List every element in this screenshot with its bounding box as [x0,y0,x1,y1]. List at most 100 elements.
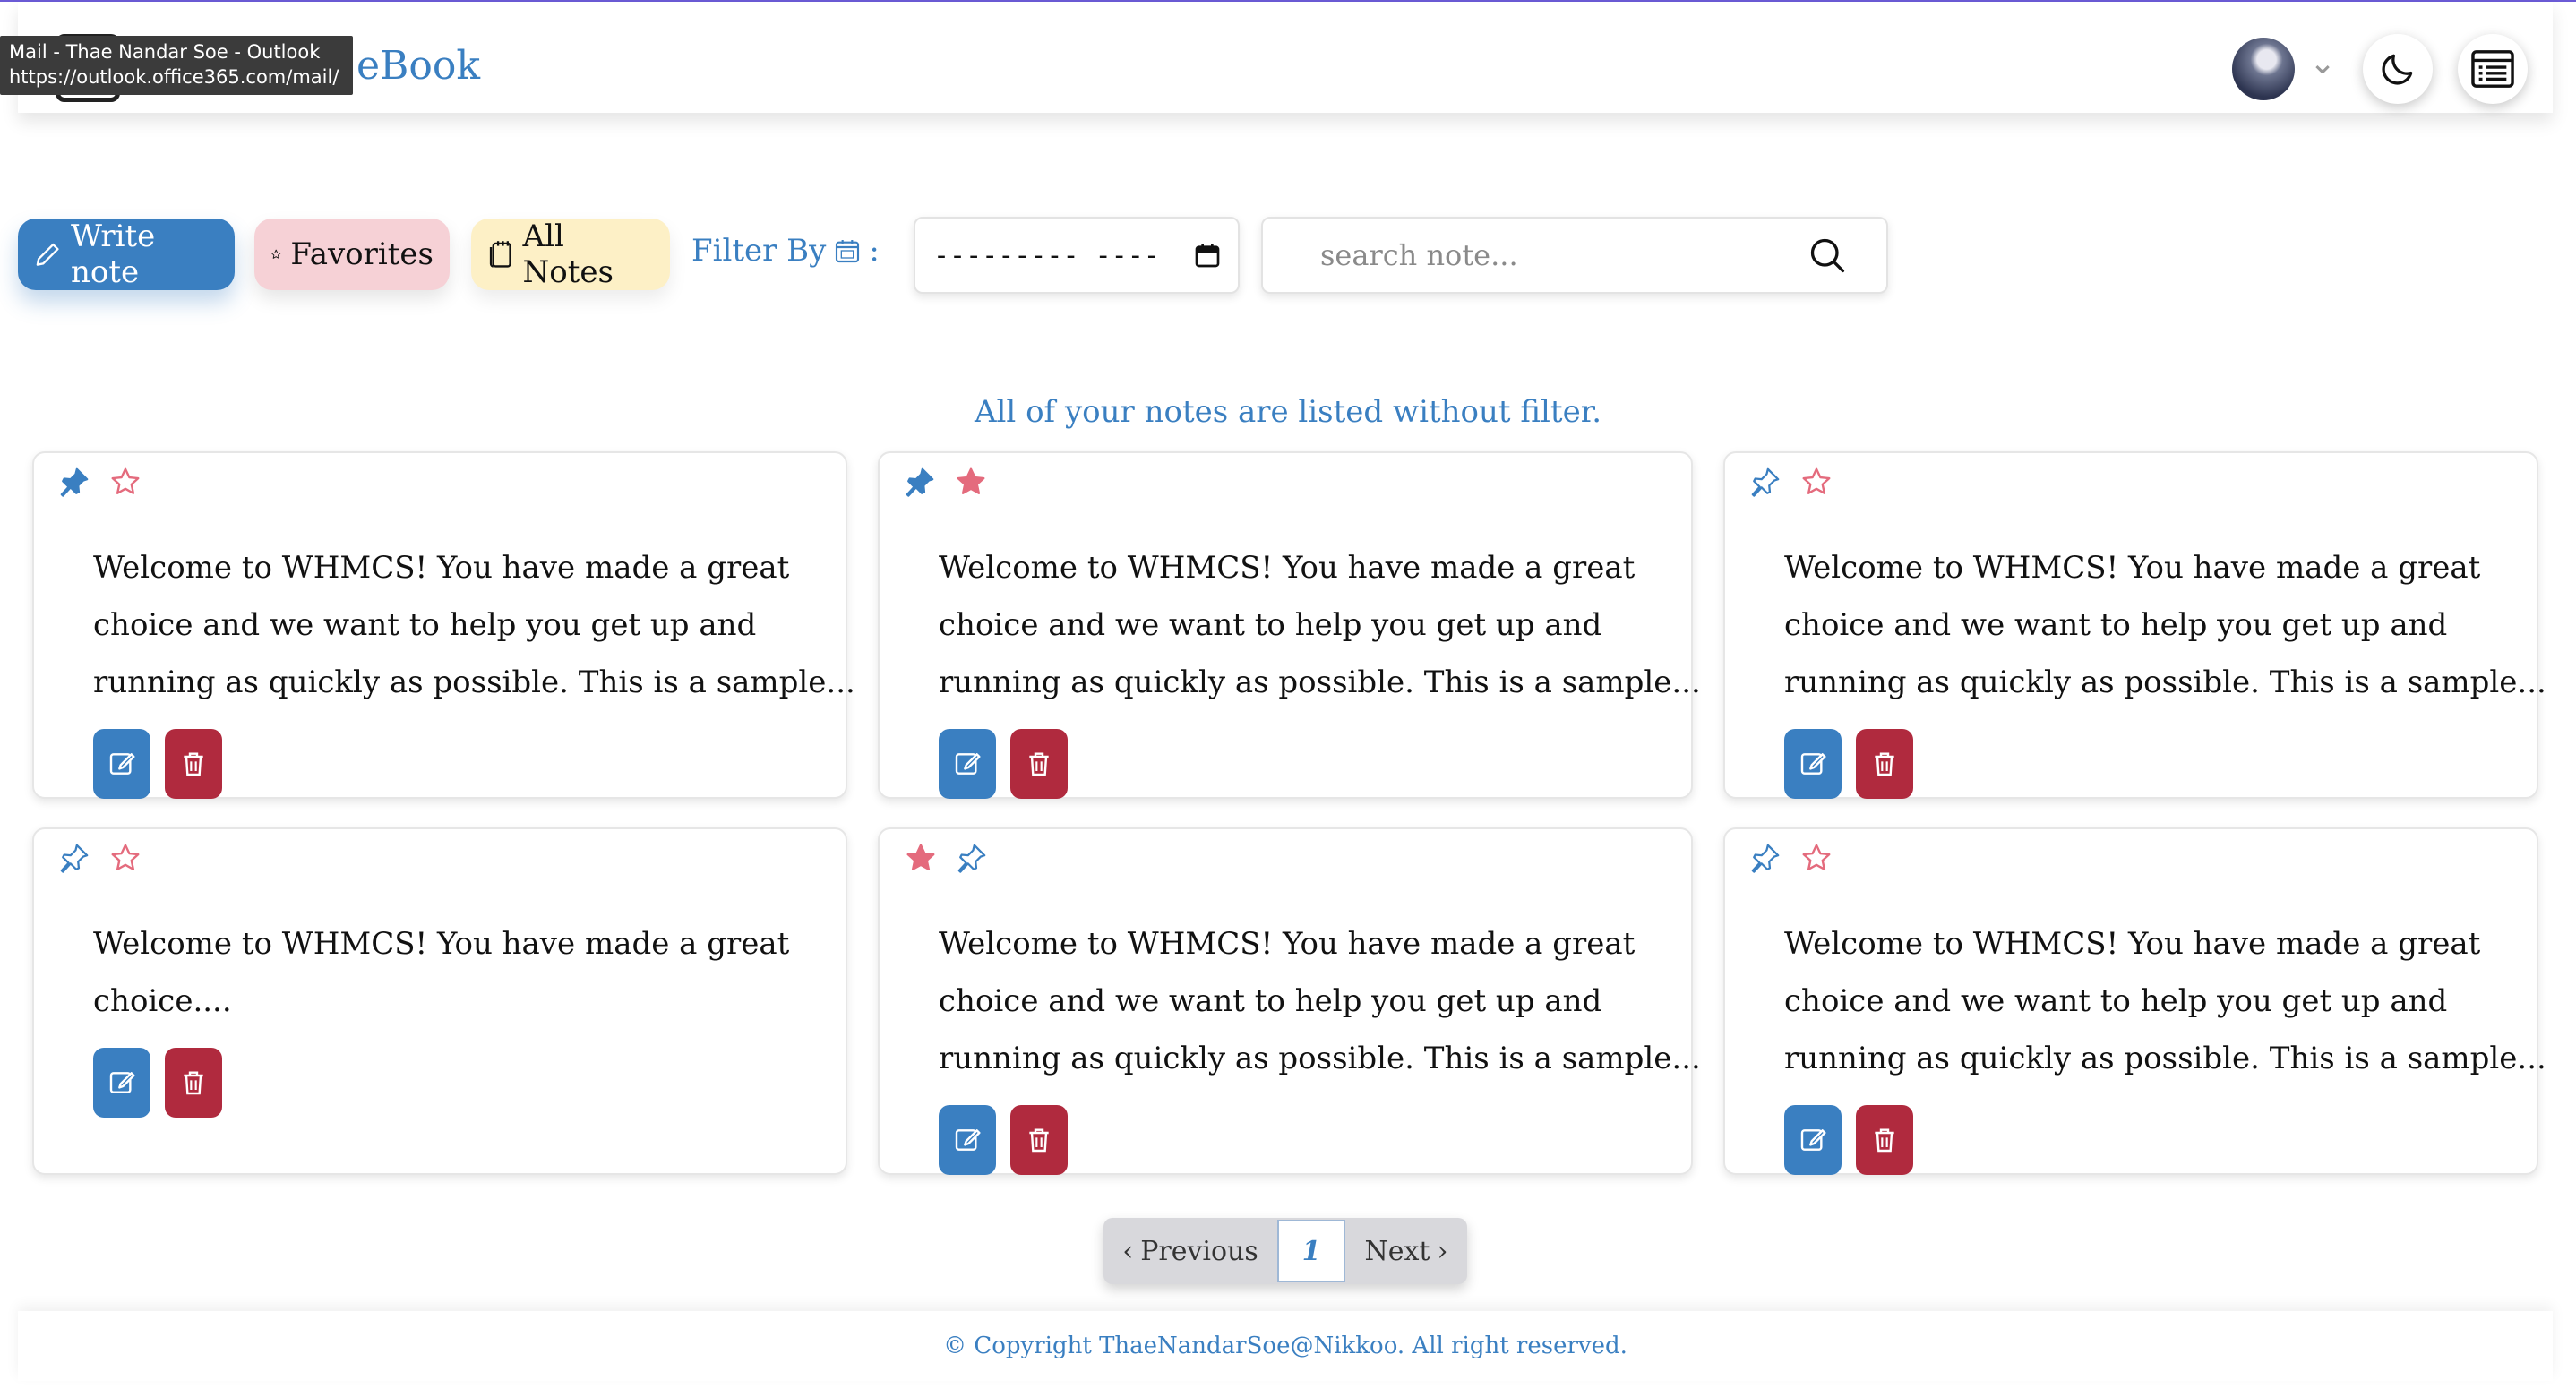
star-icon[interactable] [109,466,142,498]
note-preview-line: choice and we want to help you get up an… [93,607,757,643]
note-card-icons [1750,842,1833,874]
delete-note-button[interactable] [165,729,222,799]
all-notes-button[interactable]: All Notes [471,219,670,290]
favorites-button[interactable]: Favorites [254,219,450,290]
chevron-down-icon[interactable]: ⌄ [2309,45,2336,81]
edit-note-button[interactable] [93,1048,150,1118]
note-card-icons [59,842,142,874]
copyright-text: © Copyright ThaeNandarSoe@Nikkoo. All ri… [943,1333,1627,1359]
pin-icon[interactable] [957,843,987,873]
note-card[interactable]: Welcome to WHMCS! You have made a great c… [32,451,855,799]
pin-icon[interactable] [1750,843,1781,873]
filter-by-text: Filter By [691,233,827,269]
filter-colon: : [869,233,880,269]
note-preview-line: Welcome to WHMCS! You have made a great [93,926,790,962]
note-preview-line: Welcome to WHMCS! You have made a great [939,550,1636,586]
note-card-icons [905,842,987,874]
chevron-right-icon: › [1437,1235,1448,1267]
note-preview-line: Welcome to WHMCS! You have made a great [93,550,790,586]
delete-note-button[interactable] [1856,729,1913,799]
note-card-icons [59,466,142,498]
star-icon [270,249,281,259]
note-card[interactable]: Welcome to WHMCS! You have made a great c… [878,827,1701,1175]
previous-page-button[interactable]: ‹ Previous [1103,1218,1277,1284]
favorites-label: Favorites [290,236,434,272]
avatar[interactable] [2232,38,2295,100]
month-filter-input[interactable]: --------- ---- [914,217,1240,294]
note-card[interactable]: Welcome to WHMCS! You have made a great c… [1723,451,2546,799]
list-view-button[interactable] [2458,34,2528,104]
write-note-button[interactable]: Write note [18,219,235,290]
search-icon[interactable] [1807,236,1847,275]
delete-note-button[interactable] [1010,729,1068,799]
star-icon[interactable] [109,842,142,874]
pin-icon[interactable] [1750,467,1781,497]
all-notes-label: All Notes [522,219,614,290]
dark-mode-toggle[interactable] [2363,34,2433,104]
pin-filled-icon[interactable] [59,467,90,497]
note-actions [93,729,222,799]
pin-filled-icon[interactable] [905,467,935,497]
search-input[interactable] [1318,237,1770,273]
previous-label: Previous [1140,1235,1258,1267]
footer: © Copyright ThaeNandarSoe@Nikkoo. All ri… [18,1311,2553,1381]
month-filter-value: --------- ---- [933,239,1160,271]
edit-icon [1800,753,1826,775]
notes-icon [489,241,511,268]
filter-by-label: Filter By : [691,233,880,269]
note-card[interactable]: Welcome to WHMCS! You have made a great c… [32,827,847,1175]
browser-tab-tooltip: Mail - Thae Nandar Soe - Outlook https:/… [0,36,353,95]
tooltip-url: https://outlook.office365.com/mail/ [9,66,339,88]
trash-icon [1875,752,1894,776]
note-preview-line: choice.... [93,983,232,1019]
note-preview-line: Welcome to WHMCS! You have made a great [1784,550,2481,586]
note-card[interactable]: Welcome to WHMCS! You have made a great c… [878,451,1701,799]
note-card-icons [1750,466,1833,498]
note-actions [1784,1105,1913,1175]
note-preview: Welcome to WHMCS! You have made a great c… [93,915,810,1030]
calendar-icon [836,240,860,263]
note-preview-line: Welcome to WHMCS! You have made a great [1784,926,2481,962]
delete-note-button[interactable] [1010,1105,1068,1175]
next-page-button[interactable]: Next › [1345,1218,1467,1284]
note-actions [93,1048,222,1118]
note-preview-line: choice and we want to help you get up an… [1784,983,2448,1019]
star-icon[interactable] [1800,842,1833,874]
edit-note-button[interactable] [1784,1105,1842,1175]
delete-note-button[interactable] [165,1048,222,1118]
note-preview: Welcome to WHMCS! You have made a great c… [1784,915,2546,1087]
note-actions [1784,729,1913,799]
page-number-current[interactable]: 1 [1277,1220,1345,1282]
edit-note-button[interactable] [939,729,996,799]
filter-status-text: All of your notes are listed without fil… [974,394,1602,430]
chevron-left-icon: ‹ [1122,1235,1134,1267]
edit-note-button[interactable] [93,729,150,799]
note-card[interactable]: Welcome to WHMCS! You have made a great c… [1723,827,2546,1175]
note-card-icons [905,466,987,498]
note-preview-line: running as quickly as possible. This is … [939,1041,1701,1076]
brand-title[interactable]: eBook [356,43,480,89]
moon-icon [2382,54,2413,85]
pin-icon[interactable] [59,843,90,873]
note-preview: Welcome to WHMCS! You have made a great c… [939,915,1701,1087]
edit-note-button[interactable] [1784,729,1842,799]
note-preview-line: running as quickly as possible. This is … [1784,1041,2546,1076]
calendar-picker-icon[interactable] [1193,241,1222,270]
trash-icon [1029,1128,1049,1153]
tooltip-title: Mail - Thae Nandar Soe - Outlook [9,41,321,63]
pencil-icon [36,243,59,266]
next-label: Next [1364,1235,1430,1267]
note-preview: Welcome to WHMCS! You have made a great c… [939,539,1701,711]
note-preview-line: Welcome to WHMCS! You have made a great [939,926,1636,962]
note-preview-line: running as quickly as possible. This is … [939,664,1701,700]
list-icon [2471,50,2514,88]
delete-note-button[interactable] [1856,1105,1913,1175]
note-preview-line: choice and we want to help you get up an… [939,607,1602,643]
star-filled-icon[interactable] [955,466,987,498]
edit-note-button[interactable] [939,1105,996,1175]
star-icon[interactable] [1800,466,1833,498]
edit-icon [955,753,981,775]
note-preview: Welcome to WHMCS! You have made a great c… [1784,539,2546,711]
star-filled-icon[interactable] [905,842,937,874]
trash-icon [1029,752,1049,776]
